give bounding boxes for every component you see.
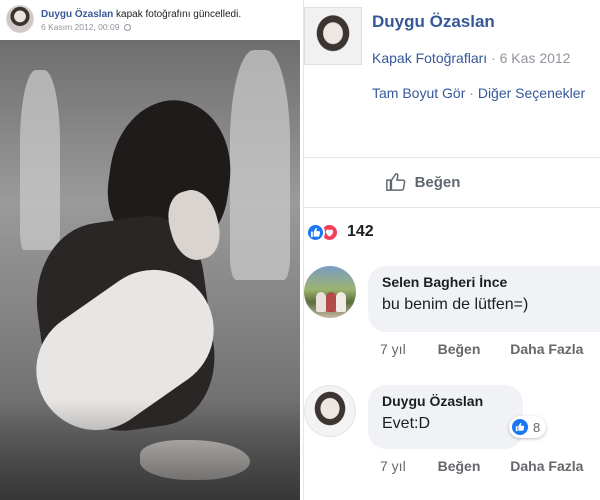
photo-floor bbox=[0, 400, 300, 500]
thumbs-up-outline-icon bbox=[385, 173, 405, 191]
cover-photo[interactable] bbox=[0, 40, 300, 500]
comment-reaction-count: 8 bbox=[533, 419, 541, 435]
post-action-text: kapak fotoğrafını güncelledi. bbox=[113, 9, 242, 20]
comment-time[interactable]: 7 yıl bbox=[380, 458, 406, 474]
comment-more-button[interactable]: Daha Fazla bbox=[510, 341, 583, 357]
comment-bubble: Duygu Özaslan Evet:D bbox=[368, 385, 523, 449]
commenter-avatar[interactable] bbox=[304, 266, 356, 318]
comment-reaction-badge[interactable]: 8 bbox=[509, 416, 547, 438]
full-size-link[interactable]: Tam Boyut Gör bbox=[372, 85, 465, 101]
background-dancer bbox=[230, 50, 290, 280]
comment-like-button[interactable]: Beğen bbox=[438, 458, 481, 474]
post-timestamp[interactable]: 6 Kasım 2012, 00:09 bbox=[41, 22, 119, 32]
owner-name-link[interactable]: Duygu Özaslan bbox=[372, 12, 495, 32]
divider bbox=[304, 157, 600, 158]
photo-info-panel: Duygu Özaslan Kapak Fotoğrafları · 6 Kas… bbox=[303, 0, 600, 500]
comment-time[interactable]: 7 yıl bbox=[380, 341, 406, 357]
commenter-avatar[interactable] bbox=[304, 385, 356, 437]
reaction-summary[interactable]: 142 bbox=[306, 220, 374, 244]
post-header: Duygu Özaslan kapak fotoğrafını güncelle… bbox=[41, 8, 241, 21]
album-separator: · bbox=[487, 50, 500, 66]
post-panel: Duygu Özaslan kapak fotoğrafını güncelle… bbox=[0, 0, 302, 500]
comment-actions: 7 yıl Beğen Daha Fazla bbox=[380, 341, 583, 357]
like-reaction-icon bbox=[511, 418, 529, 436]
post-author-avatar[interactable] bbox=[6, 5, 34, 33]
comment-author[interactable]: Duygu Özaslan bbox=[382, 393, 509, 409]
photo-date[interactable]: 6 Kas 2012 bbox=[500, 50, 571, 66]
background-dancer bbox=[20, 70, 60, 250]
owner-avatar[interactable] bbox=[304, 7, 362, 65]
divider bbox=[304, 207, 600, 208]
photo-links: Tam Boyut Gör · Diğer Seçenekler bbox=[372, 85, 585, 101]
comment-actions: 7 yıl Beğen Daha Fazla bbox=[380, 458, 583, 474]
like-button[interactable]: Beğen bbox=[304, 160, 600, 204]
comment-author[interactable]: Selen Bagheri İnce bbox=[382, 274, 600, 290]
comment-like-button[interactable]: Beğen bbox=[438, 341, 481, 357]
links-separator: · bbox=[465, 85, 478, 101]
comment-bubble: Selen Bagheri İnce bu benim de lütfen=) bbox=[368, 266, 600, 332]
comment-text: bu benim de lütfen=) bbox=[382, 296, 529, 313]
comment-more-button[interactable]: Daha Fazla bbox=[510, 458, 583, 474]
more-options-link[interactable]: Diğer Seçenekler bbox=[478, 85, 585, 101]
post-author-link[interactable]: Duygu Özaslan bbox=[41, 9, 113, 20]
globe-icon bbox=[123, 24, 131, 31]
like-reaction-icon bbox=[306, 222, 325, 242]
reaction-count: 142 bbox=[347, 223, 374, 240]
album-link[interactable]: Kapak Fotoğrafları bbox=[372, 50, 487, 66]
album-line: Kapak Fotoğrafları · 6 Kas 2012 bbox=[372, 50, 570, 66]
comment-text: Evet:D bbox=[382, 415, 431, 432]
post-meta: 6 Kasım 2012, 00:09 bbox=[41, 22, 131, 32]
like-button-label: Beğen bbox=[414, 173, 461, 191]
